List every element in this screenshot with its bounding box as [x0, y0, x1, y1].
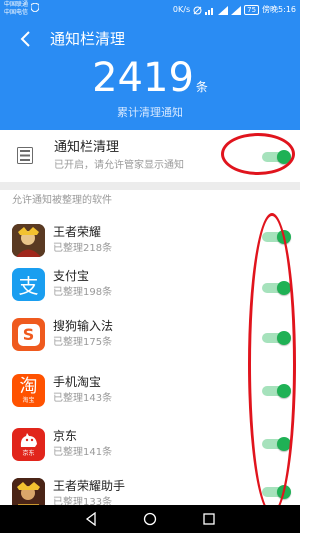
system-nav-bar: [0, 505, 300, 533]
app-toggle[interactable]: [262, 281, 292, 295]
app-count: 已整理143条: [53, 393, 113, 404]
sogou-badge: S: [17, 323, 40, 346]
nav-back-icon[interactable]: [84, 512, 98, 526]
app-name: 支付宝: [53, 269, 90, 283]
app-row-honor-of-kings[interactable]: 王者荣耀 已整理218条: [0, 220, 300, 264]
app-name: 手机淘宝: [53, 375, 102, 389]
master-toggle[interactable]: [262, 150, 292, 164]
app-toggle[interactable]: [262, 485, 292, 499]
app-toggle[interactable]: [262, 331, 292, 345]
master-setting-title: 通知栏清理: [54, 140, 120, 155]
toggle-thumb: [277, 281, 291, 295]
shield-icon: [31, 3, 39, 12]
carrier-1: 中国联通: [4, 1, 29, 8]
signal-icon-2: [231, 5, 242, 15]
honor-of-kings-icon: [12, 224, 45, 257]
app-count: 已整理141条: [53, 447, 113, 458]
app-row-alipay[interactable]: 支 支付宝 已整理198条: [0, 264, 300, 308]
carrier-2: 中国电信: [4, 9, 29, 16]
app-toggle[interactable]: [262, 230, 292, 244]
app-count: 已整理218条: [53, 243, 113, 254]
toggle-thumb: [277, 331, 291, 345]
app-name: 京东: [53, 429, 78, 443]
network-4g-icon: [205, 7, 214, 15]
cleared-count-label: 累计清理通知: [117, 106, 183, 119]
alipay-icon: 支: [12, 268, 45, 301]
alipay-glyph: 支: [18, 274, 39, 298]
clock: 傍晚5:16: [262, 5, 296, 14]
taobao-icon: 淘 淘宝: [12, 374, 45, 407]
jd-dog-icon: [20, 433, 37, 447]
alarm-off-icon: [193, 6, 202, 14]
section-divider: [0, 182, 300, 190]
app-name: 搜狗输入法: [53, 319, 114, 333]
toggle-thumb: [277, 437, 291, 451]
cleared-count-number: 2419: [92, 55, 194, 101]
master-toggle-row[interactable]: 通知栏清理 已开启，请允许管家显示通知: [0, 130, 300, 182]
app-row-sogou-input[interactable]: S 搜狗输入法 已整理175条: [0, 314, 300, 358]
nav-home-icon[interactable]: [143, 512, 157, 526]
app-toggle[interactable]: [262, 384, 292, 398]
toggle-thumb: [277, 485, 291, 499]
battery-icon: 75: [244, 5, 260, 15]
network-speed: 0K/s: [172, 5, 191, 14]
app-name: 王者荣耀: [53, 225, 102, 239]
section-label: 允许通知被整理的软件: [12, 195, 112, 206]
jd-small-text: 京东: [22, 450, 35, 457]
notification-list-icon: [17, 147, 33, 164]
sogou-input-icon: S: [12, 318, 45, 351]
page-title: 通知栏清理: [50, 30, 126, 48]
nav-recents-icon[interactable]: [202, 512, 216, 526]
toggle-thumb: [277, 230, 291, 244]
jd-icon: 京东: [12, 428, 45, 461]
master-setting-subtitle: 已开启，请允许管家显示通知: [54, 160, 184, 171]
carrier-info: 中国联通 中国电信: [4, 1, 28, 17]
app-toggle[interactable]: [262, 437, 292, 451]
app-name: 王者荣耀助手: [53, 479, 126, 493]
app-count: 已整理175条: [53, 337, 113, 348]
status-bar: 中国联通 中国电信 0K/s 75 傍晚5:16: [0, 0, 300, 22]
status-right: 0K/s 75 傍晚5:16: [173, 4, 296, 16]
taobao-small-text: 淘宝: [22, 397, 35, 404]
app-count: 已整理198条: [53, 287, 113, 298]
header: 通知栏清理 2419 条 累计清理通知: [0, 22, 300, 130]
toggle-thumb: [277, 384, 291, 398]
signal-icon: [218, 5, 229, 15]
taobao-glyph: 淘: [19, 376, 38, 397]
cleared-count-unit: 条: [195, 80, 208, 94]
back-arrow-icon[interactable]: [16, 28, 40, 50]
cleared-count: 2419 条: [0, 54, 300, 102]
app-row-jd[interactable]: 京东 京东 已整理141条: [0, 424, 300, 468]
toggle-thumb: [277, 150, 291, 164]
app-row-taobao[interactable]: 淘 淘宝 手机淘宝 已整理143条: [0, 370, 300, 414]
